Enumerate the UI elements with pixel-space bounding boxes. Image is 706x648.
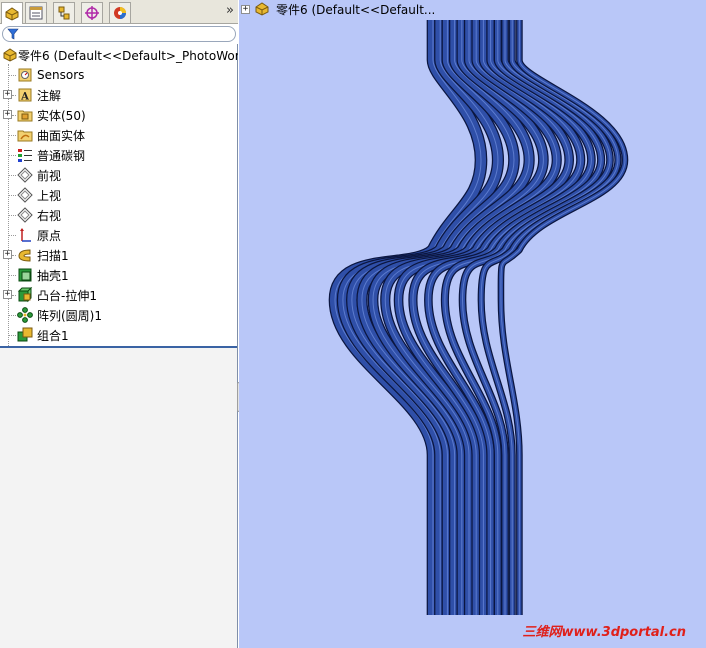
tree-item-solid-bodies[interactable]: + 实体(50) [0, 105, 238, 125]
tree-item-annotations[interactable]: + A 注解 [0, 85, 238, 105]
sweep-icon [17, 247, 33, 263]
tree-item-label: 上视 [37, 188, 62, 203]
tree-item-label: 原点 [37, 228, 62, 243]
material-icon [17, 147, 33, 163]
watermark: 三维网www.3dportal.cn [522, 625, 686, 640]
solid-bodies-icon [17, 107, 33, 123]
tree-item-label: 右视 [37, 208, 62, 223]
tree-item-sweep1[interactable]: + 扫描1 [0, 245, 238, 265]
tree-item-top-plane[interactable]: 上视 [0, 185, 238, 205]
shell-icon [17, 267, 33, 283]
surface-bodies-icon [17, 127, 33, 143]
tree-item-label: 阵列(圆周)1 [37, 308, 102, 323]
tree-item-circular-pattern1[interactable]: 阵列(圆周)1 [0, 305, 238, 325]
panel-empty-area [0, 348, 237, 648]
plane-icon [17, 207, 33, 223]
plane-icon [17, 167, 33, 183]
tree-item-label: 扫描1 [37, 248, 69, 263]
more-tabs-chevron[interactable]: » [226, 3, 234, 18]
tab-property-manager[interactable] [25, 2, 47, 23]
tree-item-label: Sensors [37, 68, 85, 82]
filter-input[interactable] [2, 26, 236, 42]
tree-item-label: 前视 [37, 168, 62, 183]
tree-item-label: 抽壳1 [37, 268, 69, 283]
feature-manager-panel: » 零件6 (Default<<Default>_PhotoWorks Sens… [0, 0, 238, 648]
tab-feature-manager[interactable] [1, 2, 23, 24]
graphics-viewport[interactable]: + 零件6 (Default<<Default... 三维网www.3dport… [239, 0, 706, 648]
svg-text:A: A [20, 92, 29, 103]
expand-toggle[interactable]: + [3, 110, 12, 119]
property-manager-icon [29, 6, 43, 20]
circular-pattern-icon [17, 307, 33, 323]
tree-item-label: 凸台-拉伸1 [37, 288, 97, 303]
swept-ribbon-model [328, 20, 629, 615]
tree-item-origin[interactable]: 原点 [0, 225, 238, 245]
tree-item-front-plane[interactable]: 前视 [0, 165, 238, 185]
tree-item-combine1[interactable]: 组合1 [0, 325, 238, 345]
annotations-icon: A [17, 87, 33, 103]
part-icon [2, 47, 18, 63]
tree-item-label: 实体(50) [37, 108, 86, 123]
configuration-manager-icon [58, 6, 70, 20]
plane-icon [17, 187, 33, 203]
expand-toggle[interactable]: + [241, 4, 250, 14]
tree-item-right-plane[interactable]: 右视 [0, 205, 238, 225]
tree-root-label: 零件6 (Default<<Default>_PhotoWorks [18, 48, 238, 63]
tree-item-shell1[interactable]: 抽壳1 [0, 265, 238, 285]
combine-icon [17, 327, 33, 343]
tree-item-label: 组合1 [37, 328, 69, 343]
expand-toggle[interactable]: + [3, 90, 12, 99]
tree-item-label: 普通碳钢 [37, 148, 86, 163]
part-icon [254, 1, 270, 17]
viewport-title: + 零件6 (Default<<Default... [241, 1, 435, 17]
tab-dimxpert-manager[interactable] [81, 2, 103, 23]
display-manager-icon [114, 7, 126, 19]
tree-item-sensors[interactable]: Sensors [0, 65, 238, 85]
filter-icon [7, 28, 19, 40]
tree-item-material[interactable]: 普通碳钢 [0, 145, 238, 165]
expand-toggle[interactable]: + [3, 250, 12, 259]
tab-display-manager[interactable] [109, 2, 131, 23]
sensors-icon [17, 67, 33, 83]
origin-icon [17, 227, 33, 243]
extrude-icon [17, 287, 33, 303]
tree-item-boss-extrude1[interactable]: + 凸台-拉伸1 [0, 285, 238, 305]
viewport-title-label: 零件6 (Default<<Default... [276, 2, 436, 17]
feature-tree-icon [5, 6, 19, 21]
tree-root-part[interactable]: 零件6 (Default<<Default>_PhotoWorks [0, 45, 238, 65]
filter-bar [0, 24, 238, 44]
tree-item-surface-bodies[interactable]: 曲面实体 [0, 125, 238, 145]
expand-toggle[interactable]: + [3, 290, 12, 299]
tree-item-label: 注解 [37, 88, 62, 103]
tab-configuration-manager[interactable] [53, 2, 75, 23]
tree-item-label: 曲面实体 [37, 128, 86, 143]
dimxpert-icon [85, 6, 99, 20]
panel-tab-bar: » [0, 0, 238, 24]
